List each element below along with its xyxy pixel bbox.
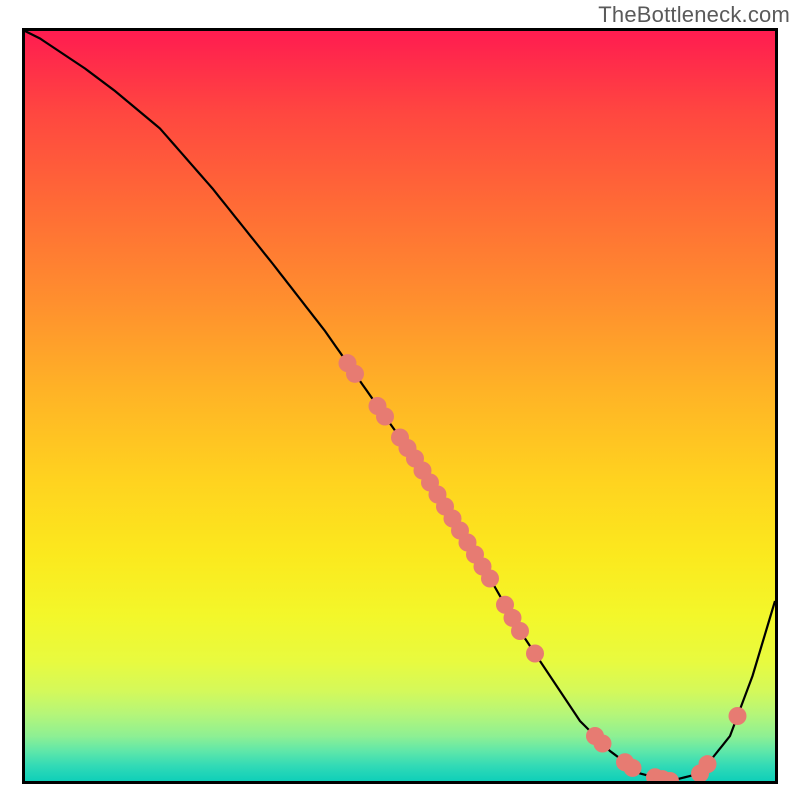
- data-dot: [729, 707, 747, 725]
- chart-overlay: [25, 31, 775, 781]
- data-dot: [481, 570, 499, 588]
- watermark-text: TheBottleneck.com: [598, 2, 790, 28]
- curve-line: [25, 31, 775, 781]
- data-dot: [624, 759, 642, 777]
- data-dot: [526, 645, 544, 663]
- data-dot: [511, 622, 529, 640]
- plot-frame: [22, 28, 778, 784]
- data-dot: [699, 755, 717, 773]
- data-dot: [594, 735, 612, 753]
- data-dot: [376, 408, 394, 426]
- chart-container: TheBottleneck.com: [0, 0, 800, 800]
- chart-layer: [25, 31, 775, 781]
- data-dot: [346, 365, 364, 383]
